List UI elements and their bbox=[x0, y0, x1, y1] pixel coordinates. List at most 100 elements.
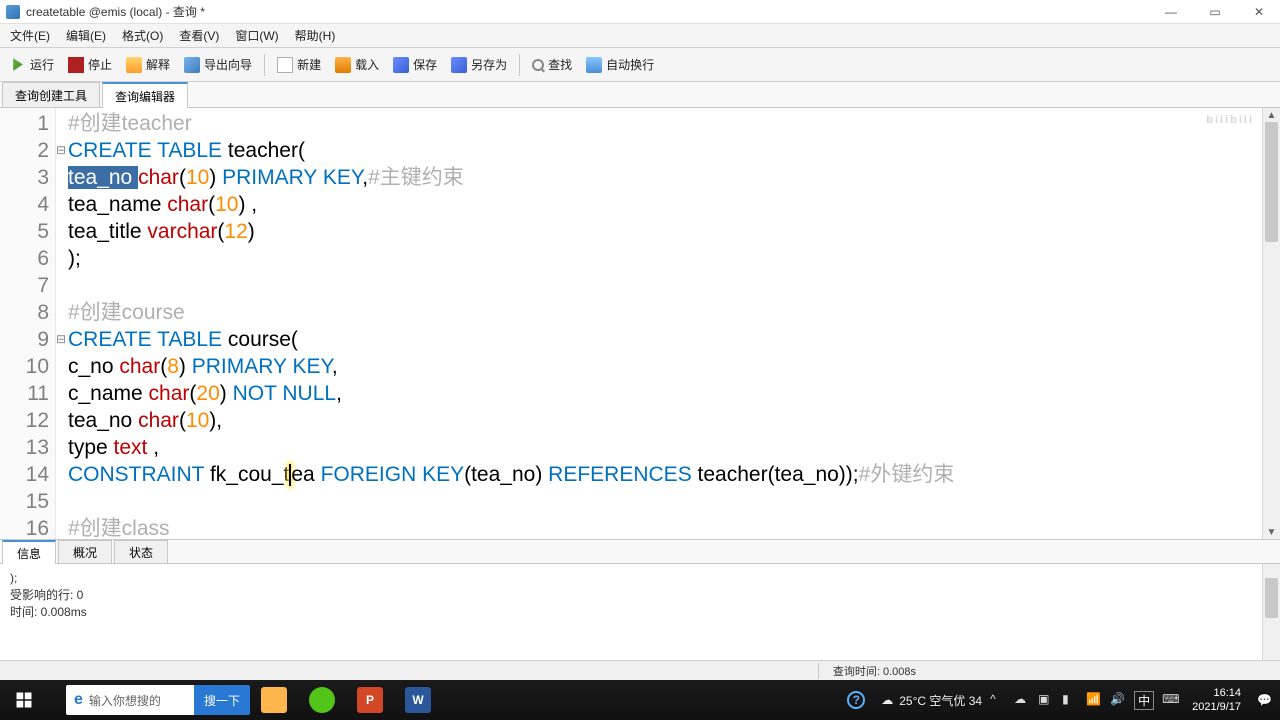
fold-marker bbox=[56, 245, 66, 272]
code-line[interactable]: #创建course bbox=[66, 299, 1262, 326]
editor-scrollbar[interactable]: ▲ ▼ bbox=[1262, 108, 1280, 539]
cloud-icon: ☁ bbox=[881, 693, 893, 707]
minimize-button[interactable]: — bbox=[1156, 2, 1186, 22]
code-line[interactable] bbox=[66, 272, 1262, 299]
fold-marker bbox=[56, 380, 66, 407]
save-icon bbox=[393, 57, 409, 73]
menu-edit[interactable]: 编辑(E) bbox=[60, 25, 112, 46]
start-button[interactable] bbox=[0, 680, 48, 720]
result-pane: ); 受影响的行: 0 时间: 0.008ms bbox=[0, 564, 1280, 660]
code-line[interactable]: CONSTRAINT fk_cou_tea FOREIGN KEY(tea_no… bbox=[66, 461, 1262, 488]
new-icon bbox=[277, 57, 293, 73]
tab-status[interactable]: 状态 bbox=[114, 540, 168, 563]
fold-marker bbox=[56, 218, 66, 245]
tab-info[interactable]: 信息 bbox=[2, 540, 56, 564]
fold-marker[interactable]: ⊟ bbox=[56, 326, 66, 353]
taskbar-clock[interactable]: 16:14 2021/9/17 bbox=[1184, 686, 1249, 714]
system-tray[interactable]: ^ ☁ ▣ ▮ 📶 🔊 中 ⌨ bbox=[990, 691, 1184, 710]
scroll-thumb[interactable] bbox=[1265, 578, 1278, 618]
menu-file[interactable]: 文件(E) bbox=[4, 25, 56, 46]
fold-column[interactable]: ⊟⊟ bbox=[56, 108, 66, 539]
taskbar-app-wechat[interactable] bbox=[298, 680, 346, 720]
tab-profile[interactable]: 概况 bbox=[58, 540, 112, 563]
menu-help[interactable]: 帮助(H) bbox=[289, 25, 342, 46]
code-line[interactable]: ); bbox=[66, 245, 1262, 272]
notification-button[interactable]: 💬 bbox=[1249, 680, 1280, 720]
ime-indicator[interactable]: 中 bbox=[1134, 691, 1154, 710]
fold-marker[interactable]: ⊟ bbox=[56, 137, 66, 164]
line-number: 11 bbox=[0, 380, 49, 407]
line-number: 14 bbox=[0, 461, 49, 488]
taskbar-app[interactable] bbox=[48, 680, 64, 720]
scroll-thumb[interactable] bbox=[1265, 122, 1278, 242]
taskbar-search-button[interactable]: 搜一下 bbox=[194, 685, 250, 715]
load-icon bbox=[335, 57, 351, 73]
result-scrollbar[interactable] bbox=[1262, 564, 1280, 660]
app-icon bbox=[6, 5, 20, 19]
line-number: 9 bbox=[0, 326, 49, 353]
line-number: 8 bbox=[0, 299, 49, 326]
tray-icon[interactable]: ▣ bbox=[1038, 692, 1054, 708]
menu-format[interactable]: 格式(O) bbox=[116, 25, 169, 46]
close-button[interactable]: ✕ bbox=[1244, 2, 1274, 22]
word-icon: W bbox=[405, 687, 431, 713]
find-button[interactable]: 查找 bbox=[526, 53, 578, 76]
taskbar-help[interactable]: ? bbox=[839, 680, 873, 720]
menu-view[interactable]: 查看(V) bbox=[173, 25, 225, 46]
maximize-button[interactable]: ▭ bbox=[1200, 2, 1230, 22]
toolbar: 运行 停止 解释 导出向导 新建 载入 保存 另存为 查找 自动换行 bbox=[0, 48, 1280, 82]
battery-icon[interactable]: ▮ bbox=[1062, 692, 1078, 708]
code-line[interactable]: tea_no char(10), bbox=[66, 407, 1262, 434]
result-output[interactable]: ); 受影响的行: 0 时间: 0.008ms bbox=[0, 564, 1262, 660]
export-wizard-button[interactable]: 导出向导 bbox=[178, 53, 258, 76]
code-line[interactable]: type text , bbox=[66, 434, 1262, 461]
code-line[interactable]: CREATE TABLE course( bbox=[66, 326, 1262, 353]
taskbar-app-powerpoint[interactable]: P bbox=[346, 680, 394, 720]
wrap-button[interactable]: 自动换行 bbox=[580, 53, 660, 76]
code-line[interactable]: c_name char(20) NOT NULL, bbox=[66, 380, 1262, 407]
code-line[interactable]: tea_name char(10) , bbox=[66, 191, 1262, 218]
help-icon: ? bbox=[847, 691, 865, 709]
scroll-down-icon[interactable]: ▼ bbox=[1263, 525, 1280, 539]
editor-tabs: 查询创建工具 查询编辑器 bbox=[0, 82, 1280, 108]
window-title: createtable @emis (local) - 查询 * bbox=[26, 3, 1156, 20]
status-bar: 查询时间: 0.008s bbox=[0, 660, 1280, 680]
taskbar-weather[interactable]: ☁ 25°C 空气优 34 bbox=[873, 680, 990, 720]
volume-icon[interactable]: 🔊 bbox=[1110, 692, 1126, 708]
save-as-button[interactable]: 另存为 bbox=[445, 53, 513, 76]
taskbar-app-explorer[interactable] bbox=[250, 680, 298, 720]
chevron-up-icon[interactable]: ^ bbox=[990, 692, 1006, 708]
stop-icon bbox=[68, 57, 84, 73]
fold-marker bbox=[56, 515, 66, 540]
tab-query-editor[interactable]: 查询编辑器 bbox=[102, 82, 188, 108]
taskbar-search[interactable]: e 输入你想搜的 bbox=[66, 685, 196, 715]
result-tabs: 信息 概况 状态 bbox=[0, 540, 1280, 564]
watermark: bilibili bbox=[1206, 114, 1254, 126]
load-button[interactable]: 载入 bbox=[329, 53, 385, 76]
line-number: 4 bbox=[0, 191, 49, 218]
save-button[interactable]: 保存 bbox=[387, 53, 443, 76]
window-titlebar: createtable @emis (local) - 查询 * — ▭ ✕ bbox=[0, 0, 1280, 24]
status-query-time: 查询时间: 0.008s bbox=[818, 663, 930, 679]
code-line[interactable]: tea_title varchar(12) bbox=[66, 218, 1262, 245]
taskbar-app-word[interactable]: W bbox=[394, 680, 442, 720]
run-button[interactable]: 运行 bbox=[4, 53, 60, 76]
wechat-icon bbox=[309, 687, 335, 713]
new-button[interactable]: 新建 bbox=[271, 53, 327, 76]
menu-window[interactable]: 窗口(W) bbox=[229, 25, 284, 46]
tab-query-builder[interactable]: 查询创建工具 bbox=[2, 82, 100, 107]
stop-button[interactable]: 停止 bbox=[62, 53, 118, 76]
code-line[interactable] bbox=[66, 488, 1262, 515]
explain-button[interactable]: 解释 bbox=[120, 53, 176, 76]
code-line[interactable]: #创建class bbox=[66, 515, 1262, 539]
code-line[interactable]: c_no char(8) PRIMARY KEY, bbox=[66, 353, 1262, 380]
wifi-icon[interactable]: 📶 bbox=[1086, 692, 1102, 708]
keyboard-icon[interactable]: ⌨ bbox=[1162, 692, 1178, 708]
code-line[interactable]: #创建teacher bbox=[66, 110, 1262, 137]
code-editor[interactable]: bilibili 12345678910111213141516 ⊟⊟ #创建t… bbox=[0, 108, 1280, 540]
onedrive-icon[interactable]: ☁ bbox=[1014, 692, 1030, 708]
code-line[interactable]: CREATE TABLE teacher( bbox=[66, 137, 1262, 164]
code-line[interactable]: tea_no char(10) PRIMARY KEY,#主键约束 bbox=[66, 164, 1262, 191]
code-area[interactable]: #创建teacherCREATE TABLE teacher(tea_no ch… bbox=[66, 108, 1262, 539]
scroll-up-icon[interactable]: ▲ bbox=[1263, 108, 1280, 122]
